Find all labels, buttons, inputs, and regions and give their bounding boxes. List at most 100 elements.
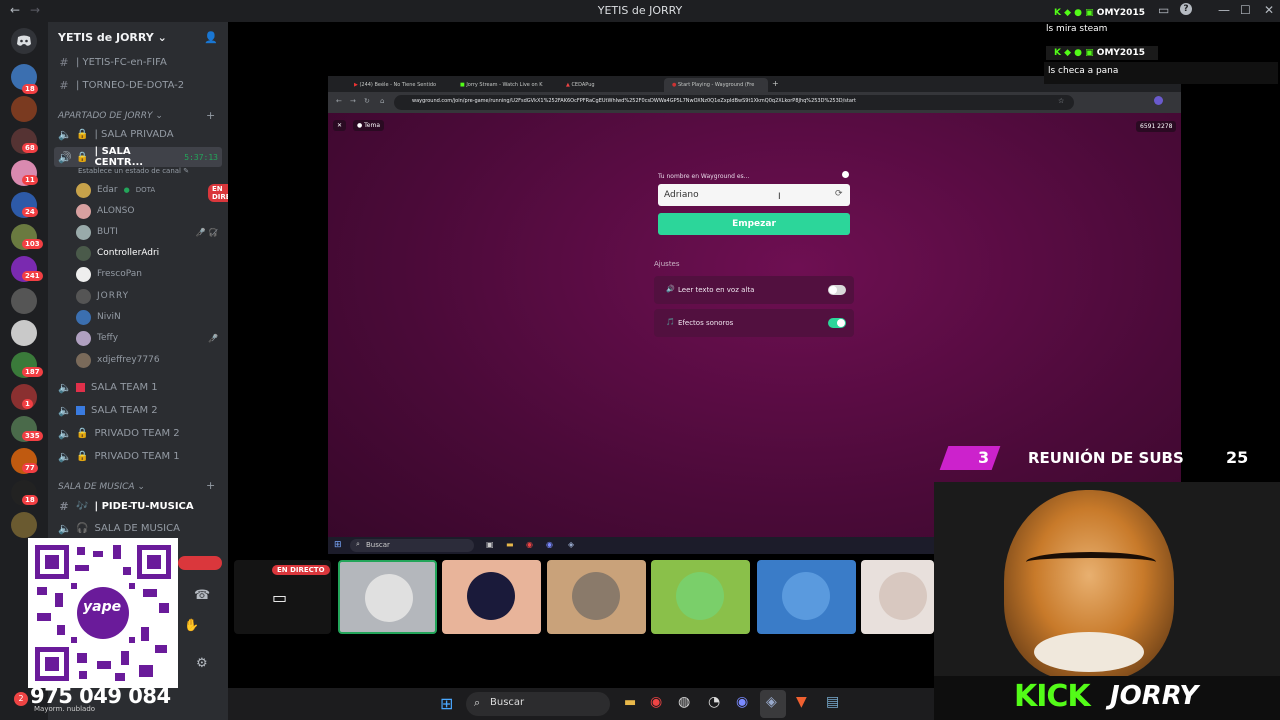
voice-user[interactable]: Teffy 🎤̸	[76, 328, 226, 348]
new-tab-icon[interactable]: +	[772, 79, 779, 88]
subs-goal: 25	[1226, 448, 1249, 467]
read-aloud-toggle[interactable]	[828, 285, 846, 295]
streamer-name: JORRY	[1110, 681, 1199, 711]
setting-sound-effects[interactable]: 🎵 Efectos sonoros	[654, 309, 854, 337]
voice-channel[interactable]: 🔈 SALA TEAM 2	[58, 400, 226, 420]
avatar	[76, 330, 91, 346]
home-icon[interactable]: ⌂	[380, 97, 384, 105]
theme-button[interactable]: ● Tema	[353, 120, 385, 131]
reload-icon[interactable]: ↻	[364, 97, 370, 105]
voice-channel[interactable]: 🔈 🔒 | SALA PRIVADA	[58, 124, 226, 144]
notepad-icon[interactable]: ▤	[826, 694, 839, 710]
taskbar-search[interactable]: Buscar	[466, 692, 610, 716]
add-member-icon[interactable]: 👤	[204, 31, 218, 44]
webcam-feed	[934, 482, 1280, 676]
voice-user[interactable]: JORRY	[76, 286, 226, 306]
participant-tile[interactable]	[757, 560, 856, 634]
unread-badge: 11	[22, 175, 38, 185]
soundboard-icon[interactable]: ✋	[184, 618, 199, 632]
username: ControllerAdri	[97, 248, 160, 258]
voice-channel[interactable]: 🔈 🔒 PRIVADO TEAM 1	[58, 446, 226, 466]
settings-gear-icon[interactable]: ⚙	[196, 656, 208, 671]
sound-icon: 🎵	[666, 318, 675, 326]
browser-tab[interactable]: ■ Jorry Stream - Watch Live on K	[452, 78, 556, 92]
forward-icon[interactable]: →	[350, 97, 356, 105]
speaker-icon: 🔈	[58, 380, 72, 394]
sound-effects-toggle[interactable]	[828, 318, 846, 328]
participant-tile[interactable]	[338, 560, 437, 634]
voice-user[interactable]: xdjeffrey7776	[76, 350, 226, 370]
shuffle-name-icon[interactable]: ⟳	[835, 189, 843, 199]
discord-icon[interactable]: ◉	[736, 694, 748, 710]
folder-icon[interactable]: ▬	[506, 540, 514, 549]
chrome-icon[interactable]: ◉	[526, 540, 533, 549]
browser-tab-active[interactable]: ● Start Playing - Wayground (Fre	[664, 78, 768, 92]
participant-tile[interactable]	[861, 560, 934, 634]
back-icon[interactable]: ←	[336, 97, 342, 105]
participant-tile[interactable]	[547, 560, 646, 634]
participant-tile[interactable]	[442, 560, 541, 634]
windows-start-icon[interactable]: ⊞	[334, 540, 342, 550]
category-header[interactable]: APARTADO DE JORRY ⌄	[58, 111, 163, 121]
voice-user[interactable]: BUTI 🎤̸ 🎧̸	[76, 222, 226, 242]
discord-icon[interactable]: ◉	[546, 540, 553, 549]
category-header[interactable]: SALA DE MUSICA ⌄	[58, 482, 145, 492]
disconnect-icon[interactable]: ☎	[194, 588, 210, 603]
search-box[interactable]: Buscar	[350, 539, 474, 552]
voice-user[interactable]: ControllerAdri	[76, 243, 226, 263]
voice-channel[interactable]: 🔈 SALA TEAM 1	[58, 377, 226, 397]
file-explorer-icon[interactable]: ▬	[624, 695, 636, 710]
app-icon[interactable]: ◔	[708, 694, 720, 710]
steam-icon[interactable]: ◈	[568, 540, 574, 549]
participant-tile[interactable]	[651, 560, 750, 634]
close-button[interactable]: ✕	[333, 120, 347, 131]
voice-user[interactable]: FrescoPan	[76, 264, 226, 284]
username: FrescoPan	[97, 269, 142, 279]
info-icon[interactable]	[842, 171, 849, 178]
browser-tab[interactable]: ▶ (244) Beéle - No Tiene Sentido	[346, 78, 450, 92]
text-channel[interactable]: # | YETIS-FC-en-FIFA	[58, 52, 226, 72]
channel-label: PRIVADO TEAM 1	[94, 450, 180, 462]
speaker-icon: 🔊	[666, 285, 675, 293]
mask-muzzle	[1034, 632, 1144, 672]
voice-user[interactable]: Edar ● DOTA	[76, 180, 226, 200]
subs-title: REUNIÓN DE SUBS	[1028, 449, 1184, 467]
server-icon[interactable]	[11, 320, 37, 346]
chrome-icon[interactable]: ◉	[650, 694, 662, 710]
profile-avatar[interactable]	[1154, 96, 1163, 105]
search-label: Buscar	[490, 697, 525, 708]
brave-icon[interactable]: ▼	[796, 694, 807, 710]
voice-channel-active[interactable]: 🔊 🔒 | SALA CENTR... 5:37:13	[54, 146, 222, 168]
voice-user[interactable]: ALONSO	[76, 201, 226, 221]
server-icon[interactable]	[11, 512, 37, 538]
server-icon[interactable]	[11, 96, 37, 122]
bookmark-star-icon[interactable]: ☆	[1058, 97, 1064, 105]
activity-label: DOTA	[135, 186, 156, 194]
start-button[interactable]: Empezar	[658, 213, 850, 235]
app-icon[interactable]: ◍	[678, 694, 690, 710]
chat-message: ls mira steam	[1046, 24, 1108, 34]
add-channel-icon[interactable]: +	[206, 109, 215, 122]
voice-channel[interactable]: 🔈 🎧 SALA DE MUSICA	[58, 518, 226, 538]
voice-user[interactable]: NiviN	[76, 307, 226, 327]
voice-channel[interactable]: 🔈 🔒 PRIVADO TEAM 2	[58, 423, 226, 443]
weather-desc: Mayorm. nublado	[34, 705, 96, 713]
speaker-icon: 🔈	[58, 521, 72, 535]
discord-home-icon[interactable]	[11, 28, 37, 54]
steam-icon[interactable]: ◈	[766, 694, 777, 710]
text-channel[interactable]: # | TORNEO-DE-DOTA-2	[58, 75, 226, 95]
name-input[interactable]: Adriano	[658, 184, 850, 206]
avatar	[76, 203, 91, 219]
browser-tab[interactable]: ▲ CEDAPug	[558, 78, 662, 92]
setting-label: Efectos sonoros	[678, 319, 734, 327]
windows-start-icon[interactable]: ⊞	[440, 694, 453, 713]
text-channel[interactable]: # 🎶 | PIDE-TU-MUSICA	[58, 496, 226, 516]
badge-icons: K ◆ ● ▣	[1054, 8, 1097, 18]
guild-name[interactable]: YETIS de JORRY ⌄	[58, 31, 167, 44]
server-icon[interactable]	[11, 288, 37, 314]
speaker-icon: 🔈	[58, 426, 72, 440]
task-view-icon[interactable]: ▣	[486, 540, 494, 549]
setting-read-aloud[interactable]: 🔊 Leer texto en voz alta	[654, 276, 854, 304]
channel-status[interactable]: Establece un estado de canal ✎	[78, 167, 189, 175]
add-channel-icon[interactable]: +	[206, 479, 215, 492]
